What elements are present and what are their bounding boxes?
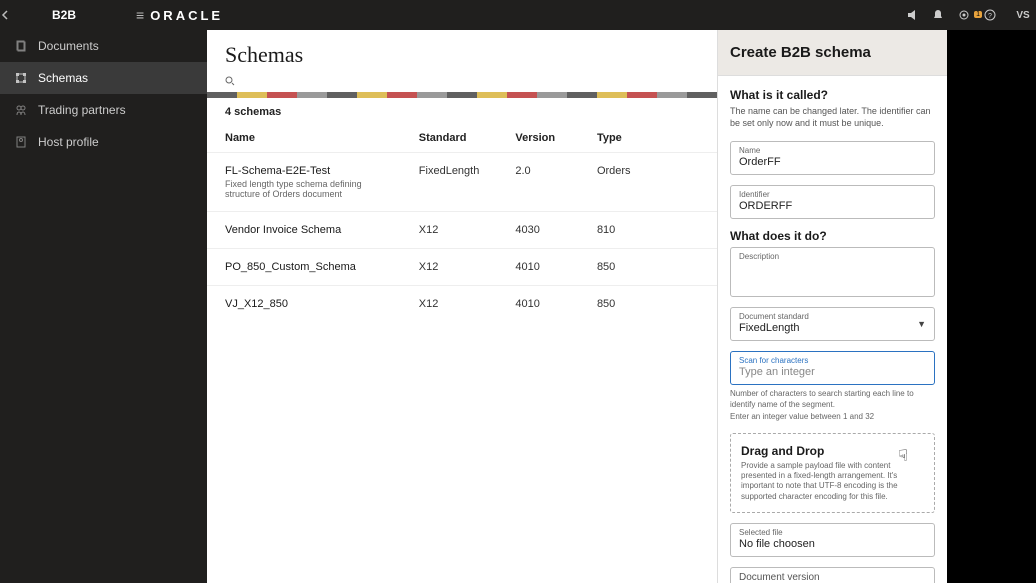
- partners-icon: [14, 103, 28, 117]
- document-version-field[interactable]: Document version: [730, 567, 935, 583]
- dropzone-sub: Provide a sample payload file with conte…: [741, 461, 924, 503]
- back-button[interactable]: [0, 10, 40, 20]
- description-field[interactable]: Description: [730, 247, 935, 297]
- chevron-down-icon: ▼: [917, 319, 926, 329]
- table-row[interactable]: FL-Schema-E2E-TestFixed length type sche…: [207, 153, 717, 212]
- hamburger-icon[interactable]: ≡: [136, 7, 144, 23]
- section-desc-heading: What does it do?: [730, 229, 935, 243]
- search-icon[interactable]: [225, 76, 699, 86]
- panel-title: Create B2B schema: [730, 44, 935, 61]
- table-row[interactable]: PO_850_Custom_SchemaX124010850: [207, 249, 717, 286]
- sidebar-item-host-profile[interactable]: Host profile: [0, 126, 207, 158]
- description-label: Description: [739, 252, 926, 261]
- dropzone-title: Drag and Drop: [741, 444, 924, 458]
- right-black-edge: [947, 30, 1036, 583]
- notification-badge: 1: [974, 11, 982, 18]
- selfile-value: No file choosen: [739, 538, 926, 550]
- topbar: B2B ≡ ORACLE 1 ? VS: [0, 0, 1036, 30]
- scan-help2: Enter an integer value between 1 and 32: [730, 412, 935, 422]
- sidebar-item-label: Documents: [38, 39, 99, 53]
- section-name-heading: What is it called?: [730, 88, 935, 102]
- sidebar-item-label: Schemas: [38, 71, 88, 85]
- section-name-sub: The name can be changed later. The ident…: [730, 106, 935, 129]
- scan-characters-field[interactable]: Scan for characters Type an integer: [730, 351, 935, 385]
- sidebar-item-documents[interactable]: Documents: [0, 30, 207, 62]
- documents-icon: [14, 39, 28, 53]
- identifier-label: Identifier: [739, 190, 926, 199]
- std-label: Document standard: [739, 312, 926, 321]
- scan-placeholder: Type an integer: [739, 366, 926, 378]
- profile-icon: [14, 135, 28, 149]
- name-field[interactable]: Name OrderFF: [730, 141, 935, 175]
- sidebar-item-label: Trading partners: [38, 103, 126, 117]
- col-standard: Standard: [401, 124, 498, 153]
- table-row[interactable]: Vendor Invoice SchemaX124030810: [207, 212, 717, 249]
- sidebar: Documents Schemas Trading partners Host …: [0, 30, 207, 583]
- name-label: Name: [739, 146, 926, 155]
- help-icon[interactable]: ?: [984, 9, 1010, 21]
- sidebar-item-schemas[interactable]: Schemas: [0, 62, 207, 94]
- schema-count: 4 schemas: [207, 98, 717, 124]
- sidebar-item-trading-partners[interactable]: Trading partners: [0, 94, 207, 126]
- sidebar-item-label: Host profile: [38, 135, 99, 149]
- file-dropzone[interactable]: Drag and Drop Provide a sample payload f…: [730, 433, 935, 514]
- main-content: Schemas 4 schemas Name Standard Version …: [207, 30, 717, 583]
- bell-icon[interactable]: [932, 9, 958, 21]
- user-avatar[interactable]: VS: [1010, 10, 1036, 21]
- selected-file-field[interactable]: Selected file No file choosen: [730, 523, 935, 557]
- docver-label: Document version: [739, 572, 926, 583]
- col-name: Name: [207, 124, 401, 153]
- identifier-value: ORDERFF: [739, 200, 926, 212]
- scan-help1: Number of characters to search starting …: [730, 389, 935, 410]
- create-schema-panel: Create B2B schema What is it called? The…: [717, 30, 947, 583]
- schemas-icon: [14, 71, 28, 85]
- scan-label: Scan for characters: [739, 356, 926, 365]
- schema-table: Name Standard Version Type FL-Schema-E2E…: [207, 124, 717, 322]
- breadcrumb: B2B: [40, 8, 88, 22]
- col-version: Version: [497, 124, 579, 153]
- decorative-stripe: [207, 92, 717, 98]
- svg-text:?: ?: [988, 13, 992, 20]
- brand-logo: ORACLE: [150, 8, 223, 23]
- gear-icon[interactable]: 1: [958, 9, 984, 21]
- announce-icon[interactable]: [906, 9, 932, 21]
- name-value: OrderFF: [739, 156, 926, 168]
- table-row[interactable]: VJ_X12_850X124010850: [207, 286, 717, 323]
- table-header-row: Name Standard Version Type: [207, 124, 717, 153]
- col-type: Type: [579, 124, 717, 153]
- selfile-label: Selected file: [739, 528, 926, 537]
- document-standard-select[interactable]: Document standard FixedLength ▼: [730, 307, 935, 341]
- identifier-field[interactable]: Identifier ORDERFF: [730, 185, 935, 219]
- page-title: Schemas: [225, 42, 699, 68]
- std-value: FixedLength: [739, 322, 926, 334]
